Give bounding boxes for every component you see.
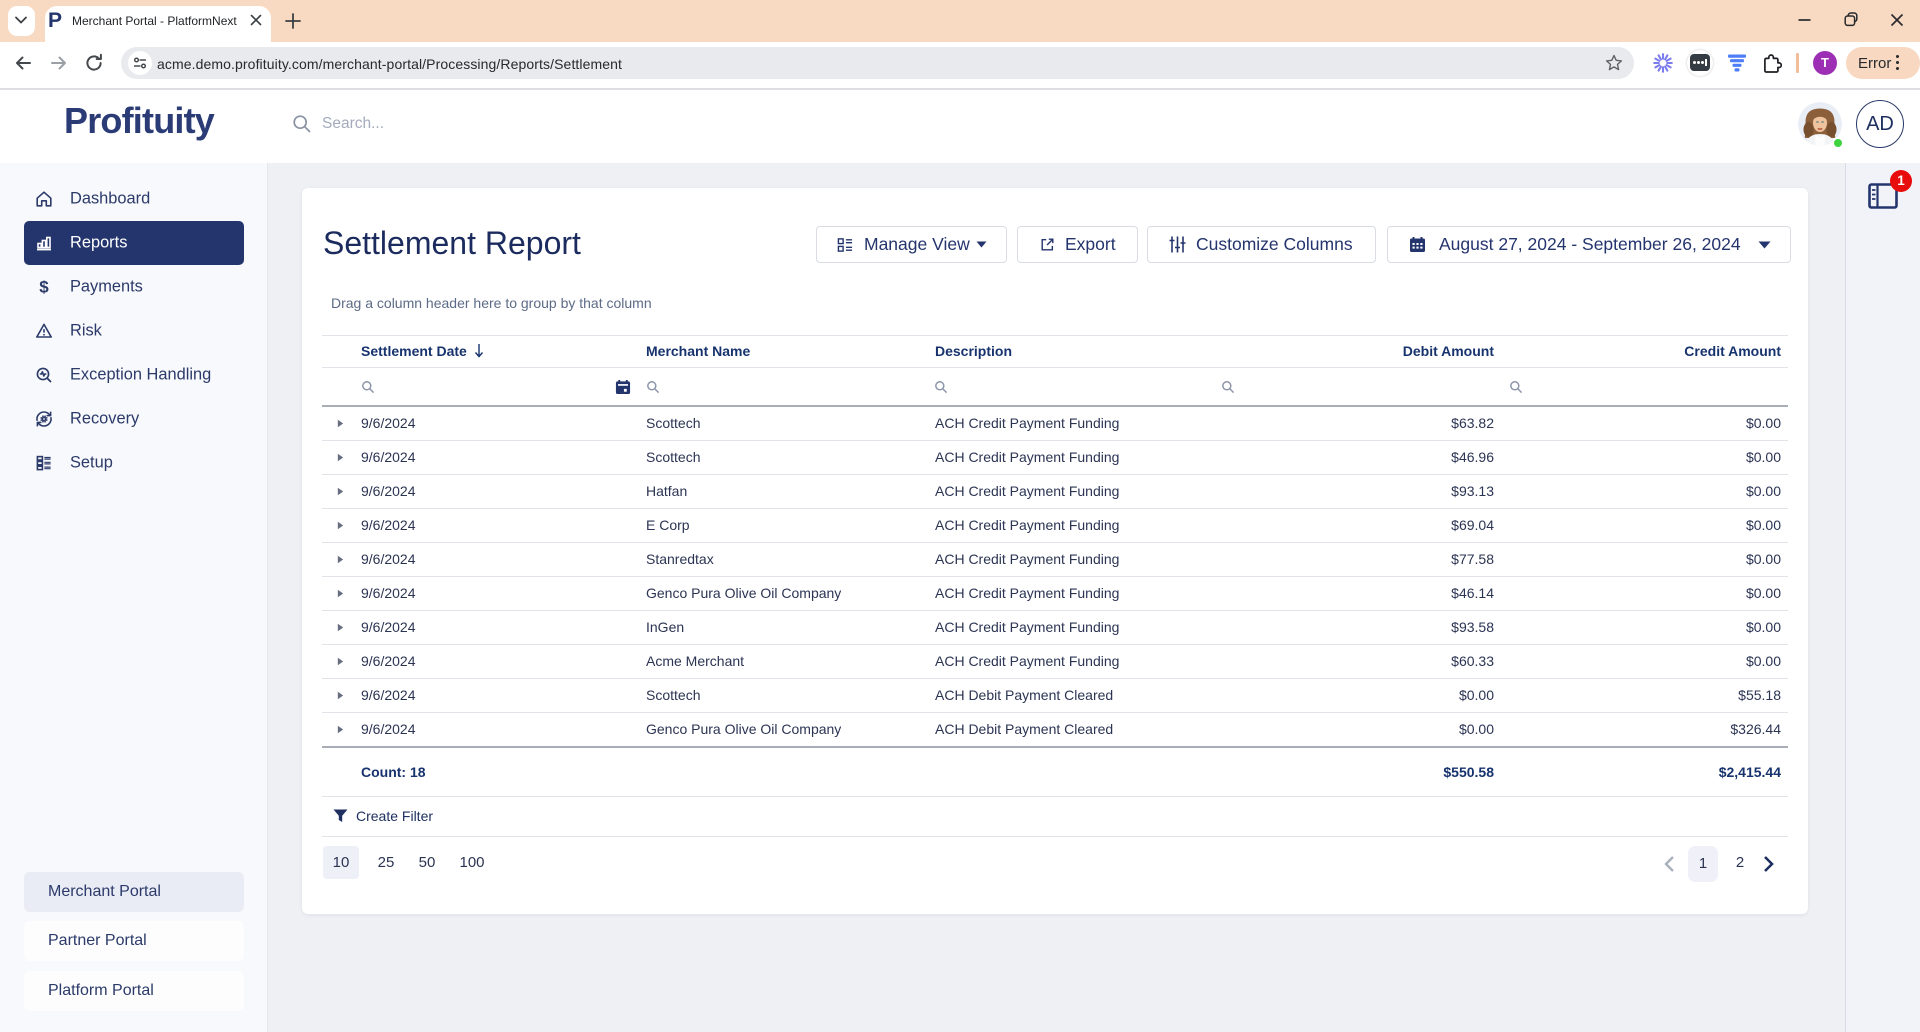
svg-text:$: $ [39, 278, 49, 297]
